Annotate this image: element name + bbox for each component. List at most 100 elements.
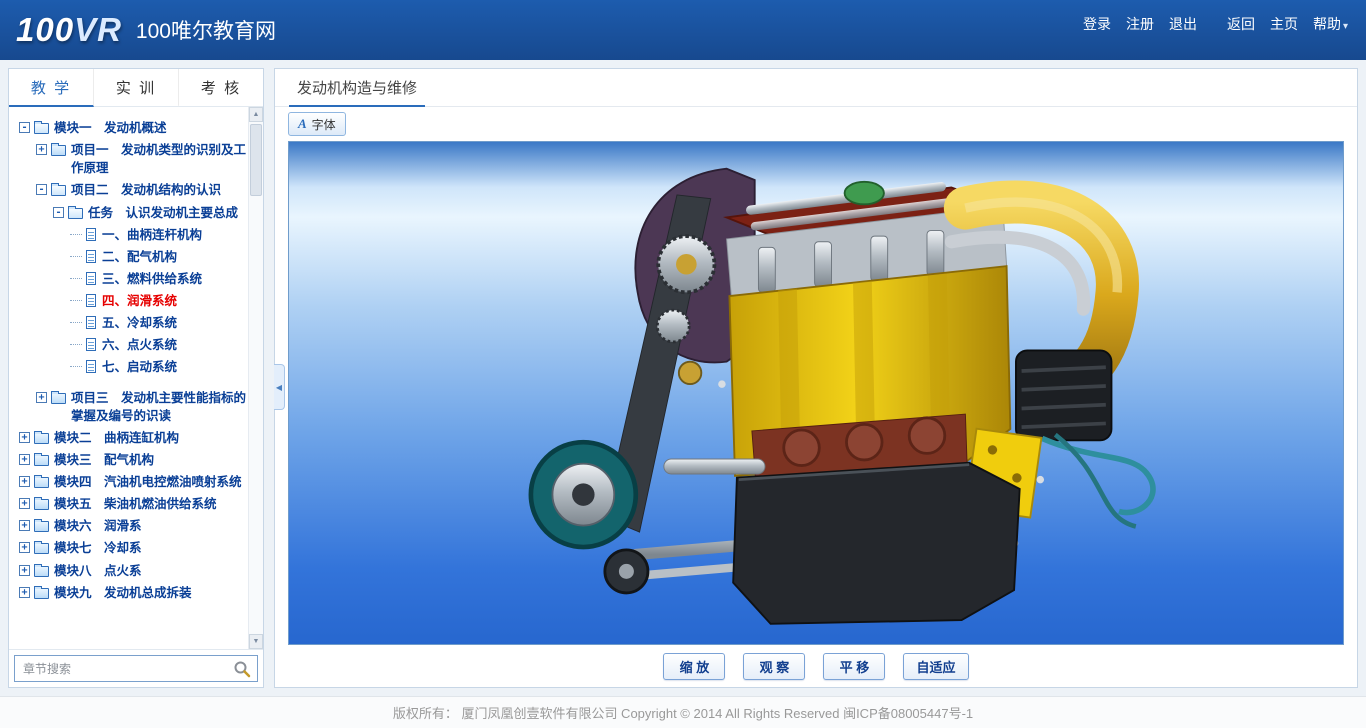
pan-button[interactable]: 平 移 [823, 653, 885, 680]
expand-icon[interactable]: + [19, 542, 30, 553]
tree-item[interactable]: + 模块三 配气机构 [19, 451, 246, 469]
expand-icon[interactable]: + [19, 476, 30, 487]
sidebar-tab-training[interactable]: 实 训 [94, 69, 179, 107]
scrollbar-thumb[interactable] [250, 124, 262, 196]
tree-item[interactable]: -任务 认识发动机主要总成 [19, 204, 246, 222]
nav-link-register[interactable]: 注册 [1126, 14, 1154, 34]
fit-button[interactable]: 自适应 [903, 653, 968, 680]
tree-item[interactable]: - 模块一 发动机概述 [19, 119, 246, 137]
folder-icon [34, 521, 49, 532]
tree-item[interactable]: 一、曲柄连杆机构 [19, 226, 246, 244]
tree-item-label: 模块三 配气机构 [54, 451, 154, 469]
document-icon [86, 316, 96, 329]
tree-item-label: 模块五 柴油机燃油供给系统 [54, 495, 217, 513]
scroll-up-icon[interactable]: ▲ [249, 107, 263, 122]
tree-item-label: 四、润滑系统 [102, 292, 177, 310]
tree-item-label: 模块六 润滑系 [54, 517, 142, 535]
observe-button[interactable]: 观 察 [743, 653, 805, 680]
tree-item[interactable]: + 模块五 柴油机燃油供给系统 [19, 495, 246, 513]
course-tree: -模块一 发动机概述+项目一 发动机类型的识别及工作原理-项目二 发动机结构的认… [9, 107, 248, 649]
chapter-search [9, 649, 263, 687]
tree-item-label: 模块二 曲柄连缸机构 [54, 429, 179, 447]
expand-icon[interactable]: + [19, 565, 30, 576]
folder-icon [34, 566, 49, 577]
document-icon [86, 338, 96, 351]
tree-item-label: 模块一 发动机概述 [54, 119, 167, 137]
expand-icon[interactable]: + [19, 432, 30, 443]
folder-icon [34, 499, 49, 510]
tree-item[interactable]: + 模块八 点火系 [19, 562, 246, 580]
tree-item[interactable]: - 项目二 发动机结构的认识 [19, 181, 246, 199]
main-panel: ◀ 发动机构造与维修 A 字体 [274, 68, 1358, 688]
tree-item-label: 模块九 发动机总成拆装 [54, 584, 192, 602]
tree-item[interactable]: 七、启动系统 [19, 358, 246, 376]
tree-item-label: 项目二 发动机结构的认识 [71, 181, 221, 199]
tree-item[interactable]: 二、配气机构 [19, 248, 246, 266]
collapse-icon[interactable]: - [53, 207, 64, 218]
folder-icon [51, 185, 66, 196]
tree-connector [70, 336, 82, 345]
tree-item-label: 模块七 冷却系 [54, 539, 142, 557]
expand-icon[interactable]: + [36, 144, 47, 155]
tree-item[interactable]: 四、润滑系统 [19, 292, 246, 310]
footer: 版权所有： 厦门凤凰创壹软件有限公司 Copyright © 2014 All … [0, 696, 1366, 728]
tree-scrollbar[interactable]: ▲ ▼ [248, 107, 263, 649]
tree-item[interactable]: 六、点火系统 [19, 336, 246, 354]
tree-item-label: 六、点火系统 [102, 336, 177, 354]
tab-engine-course[interactable]: 发动机构造与维修 [289, 69, 425, 107]
sidebar-collapse-handle[interactable]: ◀ [274, 364, 285, 410]
document-icon [86, 272, 96, 285]
tree-item-label: 七、启动系统 [102, 358, 177, 376]
folder-icon [34, 123, 49, 134]
expand-icon[interactable]: + [19, 454, 30, 465]
viewer-3d[interactable] [288, 141, 1344, 645]
engine-3d-model[interactable] [441, 150, 1190, 637]
font-button[interactable]: A 字体 [288, 112, 346, 136]
nav-link-back[interactable]: 返回 [1227, 14, 1255, 34]
tree-item[interactable]: + 模块九 发动机总成拆装 [19, 584, 246, 602]
expand-icon[interactable]: + [19, 520, 30, 531]
nav-link-home[interactable]: 主页 [1270, 14, 1298, 34]
document-icon [86, 250, 96, 263]
tree-connector [70, 292, 82, 301]
sidebar-tab-assessment[interactable]: 考 核 [179, 69, 263, 107]
tree-item-label: 项目三 发动机主要性能指标的掌握及编号的识读 [71, 389, 246, 425]
tree-item-label: 三、燃料供给系统 [102, 270, 202, 288]
tree-item[interactable]: 三、燃料供给系统 [19, 270, 246, 288]
tree-item[interactable]: + 模块二 曲柄连缸机构 [19, 429, 246, 447]
zoom-button[interactable]: 缩 放 [663, 653, 725, 680]
tree-item[interactable]: + 模块六 润滑系 [19, 517, 246, 535]
tree-item[interactable]: 五、冷却系统 [19, 314, 246, 332]
tree-item[interactable]: + 模块四 汽油机电控燃油喷射系统 [19, 473, 246, 491]
scroll-down-icon[interactable]: ▼ [249, 634, 263, 649]
tree-connector [70, 314, 82, 323]
tree-item[interactable]: +项目一 发动机类型的识别及工作原理 [19, 141, 246, 177]
nav-link-login[interactable]: 登录 [1083, 14, 1111, 34]
expand-icon[interactable]: + [19, 498, 30, 509]
copyright-text: 版权所有： 厦门凤凰创壹软件有限公司 Copyright © 2014 All … [393, 703, 973, 722]
content-tabs: 发动机构造与维修 [275, 69, 1357, 107]
expand-icon[interactable]: + [36, 392, 47, 403]
folder-icon [51, 145, 66, 156]
search-input[interactable] [14, 655, 258, 682]
tree-item-label: 模块四 汽油机电控燃油喷射系统 [54, 473, 242, 491]
logo: 100VR [16, 11, 122, 49]
tree-item-label: 模块八 点火系 [54, 562, 142, 580]
sidebar: 教 学实 训考 核 -模块一 发动机概述+项目一 发动机类型的识别及工作原理-项… [8, 68, 264, 688]
collapse-icon[interactable]: - [19, 122, 30, 133]
viewer-toolbar: A 字体 [275, 107, 1357, 141]
expand-icon[interactable]: + [19, 587, 30, 598]
tree-item[interactable]: + 模块七 冷却系 [19, 539, 246, 557]
nav-link-logout[interactable]: 退出 [1169, 14, 1197, 34]
sidebar-tab-teaching[interactable]: 教 学 [9, 69, 94, 107]
nav-link-help[interactable]: 帮助▾ [1313, 14, 1348, 34]
collapse-icon[interactable]: - [36, 184, 47, 195]
tree-item-label: 五、冷却系统 [102, 314, 177, 332]
tree-item[interactable]: + 项目三 发动机主要性能指标的掌握及编号的识读 [19, 389, 246, 425]
search-icon[interactable] [233, 660, 251, 678]
viewer-controls: 缩 放观 察平 移自适应 [275, 645, 1357, 687]
tree-connector [70, 270, 82, 279]
tree-item-label: 二、配气机构 [102, 248, 177, 266]
tree-connector [70, 226, 82, 235]
folder-icon [34, 477, 49, 488]
